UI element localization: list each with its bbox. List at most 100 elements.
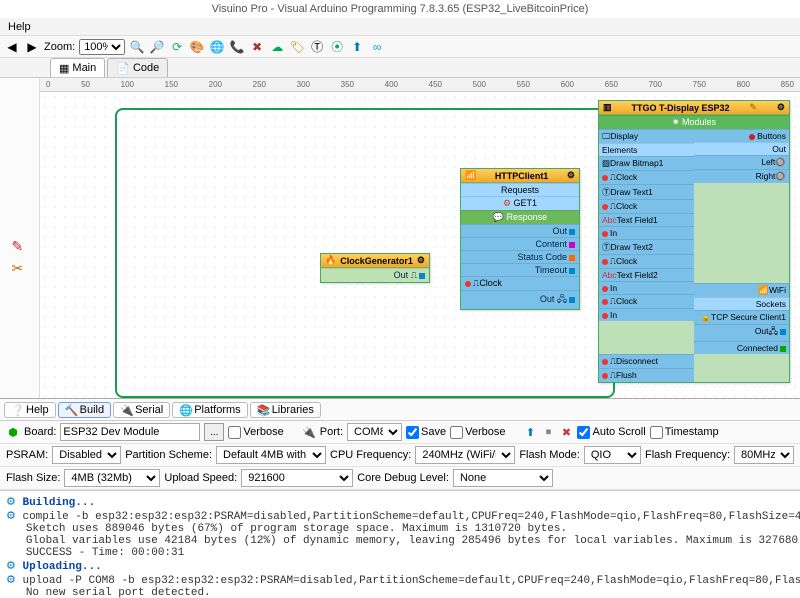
http-clock-in[interactable]: ⎍Clock — [461, 276, 579, 290]
ttgo-wifi[interactable]: 📶WiFi — [694, 283, 789, 297]
ttgo-in1[interactable]: In — [599, 226, 694, 239]
menu-help[interactable]: Help — [4, 21, 35, 33]
http-icon: 📶 — [465, 170, 476, 181]
ttgo-drawtext1[interactable]: ⓉDraw Text1 — [599, 184, 694, 199]
zoom-out-icon[interactable]: 🔎 — [149, 39, 165, 55]
tab-main-icon: ▦ — [59, 62, 69, 75]
upload-icon[interactable]: ⬆ — [349, 39, 365, 55]
verbose2-check[interactable]: Verbose — [450, 426, 505, 439]
ttgo-modules: ✷ Modules — [599, 115, 789, 129]
save-check[interactable]: Save — [406, 426, 446, 439]
node-clockgenerator[interactable]: 🔥ClockGenerator1⚙ Out ⎍ — [320, 253, 430, 283]
ttgo-tcp-out[interactable]: Out🖧 — [694, 324, 789, 341]
tool-cut-icon[interactable]: ✂ — [12, 260, 28, 276]
partition-select[interactable]: Default 4MB with spiff: — [216, 446, 326, 464]
ttgo-left-btn[interactable]: Left🔘 — [694, 155, 789, 169]
ttgo-in3[interactable]: In — [599, 308, 694, 321]
pencil-icon[interactable]: ✎ — [749, 102, 757, 113]
http-get[interactable]: ⚙ GET1 — [461, 196, 579, 210]
uploadspeed-select[interactable]: 921600 — [241, 469, 353, 487]
btab-build[interactable]: 🔨Build — [58, 402, 111, 418]
tool-pencil-icon[interactable]: ✎ — [12, 238, 28, 254]
http-timeout[interactable]: Timeout — [461, 263, 579, 276]
verbose1-check[interactable]: Verbose — [228, 426, 283, 439]
btab-serial[interactable]: 🔌Serial — [113, 402, 170, 418]
ttgo-textfield1[interactable]: AbcText Field1 — [599, 213, 694, 226]
http-out[interactable]: Out — [461, 224, 579, 237]
node-httpclient[interactable]: 📶HTTPClient1⚙ Requests ⚙ GET1 💬 Response… — [460, 168, 580, 310]
http-out2[interactable]: Out 🖧 — [461, 290, 579, 309]
cloud-icon[interactable]: ☁ — [269, 39, 285, 55]
node-ttgo-esp32[interactable]: ▥TTGO T-Display ESP32✎⚙ ✷ Modules 🖵Displ… — [598, 100, 790, 383]
cpufreq-select[interactable]: 240MHz (WiFi/BT) — [415, 446, 515, 464]
ttgo-connected[interactable]: Connected — [694, 341, 789, 354]
ttgo-in2[interactable]: In — [599, 281, 694, 294]
ttgo-clock2[interactable]: ⎍Clock — [599, 199, 694, 213]
button-icon: 🔘 — [775, 171, 786, 181]
gear-icon[interactable]: ⚙ — [777, 102, 785, 113]
ttgo-clock4[interactable]: ⎍Clock — [599, 294, 694, 308]
autoscroll-check[interactable]: Auto Scroll — [577, 426, 645, 439]
display-icon: 🖵 — [602, 131, 610, 141]
http-content[interactable]: Content — [461, 237, 579, 250]
ttgo-drawtext2[interactable]: ⓉDraw Text2 — [599, 239, 694, 254]
ttgo-right-btn[interactable]: Right🔘 — [694, 169, 789, 183]
books-icon: 📚 — [257, 404, 269, 416]
text-icon[interactable]: Ⓣ — [309, 39, 325, 55]
board-browse-button[interactable]: ... — [204, 423, 224, 441]
design-canvas[interactable]: 0501001502002503003504004505005506006507… — [40, 78, 800, 398]
arduino-icon[interactable]: ∞ — [369, 39, 385, 55]
ttgo-disconnect[interactable]: ⎍Disconnect — [599, 354, 694, 368]
btab-libraries[interactable]: 📚Libraries — [250, 402, 321, 418]
ttgo-clock3[interactable]: ⎍Clock — [599, 254, 694, 268]
btab-platforms[interactable]: 🌐Platforms — [172, 402, 247, 418]
ttgo-textfield2[interactable]: AbcText Field2 — [599, 268, 694, 281]
clear-icon[interactable]: ✖ — [559, 425, 573, 439]
gear-icon: ⚙ — [6, 511, 22, 523]
bitmap-icon: ▧ — [602, 158, 610, 168]
zoom-select[interactable]: 100% — [79, 39, 125, 55]
port-select[interactable]: COM8 (L — [347, 423, 402, 441]
nav-fwd-icon[interactable]: ▶ — [24, 39, 40, 55]
flashfreq-select[interactable]: 80MHz — [734, 446, 794, 464]
gear-icon: ⚙ — [6, 575, 22, 587]
flashmode-select[interactable]: QIO — [584, 446, 641, 464]
upload-icon[interactable]: ⬆ — [523, 425, 537, 439]
board-input[interactable] — [60, 423, 200, 441]
palette-icon[interactable]: 🎨 — [189, 39, 205, 55]
console-line: Global variables use 42184 bytes (12%) o… — [26, 535, 800, 547]
timestamp-check[interactable]: Timestamp — [650, 426, 719, 439]
http-status[interactable]: Status Code — [461, 250, 579, 263]
ttgo-flush[interactable]: ⎍Flush — [599, 368, 694, 382]
ttgo-drawbitmap[interactable]: ▧Draw Bitmap1 — [599, 156, 694, 170]
stop-icon[interactable]: ⏹ — [541, 425, 555, 439]
build-console: ⚙ Building... ⚙ compile -b esp32:esp32:e… — [0, 490, 800, 598]
clock-out-port[interactable]: Out ⎍ — [321, 268, 429, 282]
psram-label: PSRAM: — [6, 449, 48, 461]
ttgo-display[interactable]: 🖵Display — [599, 129, 694, 143]
ttgo-clock1[interactable]: ⎍Clock — [599, 170, 694, 184]
psram-select[interactable]: Disabled — [52, 446, 121, 464]
build-row-3: Flash Size: 4MB (32Mb) Upload Speed: 921… — [0, 467, 800, 490]
nav-back-icon[interactable]: ◀ — [4, 39, 20, 55]
phone-icon[interactable]: 📞 — [229, 39, 245, 55]
port-label: Port: — [320, 426, 343, 438]
zoom-in-icon[interactable]: 🔍 — [129, 39, 145, 55]
globe-icon[interactable]: 🌐 — [209, 39, 225, 55]
ttgo-tcp[interactable]: 🔒TCP Secure Client1 — [694, 310, 789, 324]
cancel-icon[interactable]: ✖ — [249, 39, 265, 55]
chip-icon[interactable]: ⦿ — [329, 39, 345, 55]
window-title: Visuino Pro - Visual Arduino Programming… — [0, 0, 800, 18]
refresh-icon[interactable]: ⟳ — [169, 39, 185, 55]
ttgo-buttons[interactable]: Buttons — [694, 129, 789, 142]
tab-main[interactable]: ▦Main — [50, 58, 105, 77]
text-icon: Ⓣ — [602, 187, 611, 197]
gear-icon[interactable]: ⚙ — [567, 170, 575, 181]
debuglevel-select[interactable]: None — [453, 469, 553, 487]
zoom-label: Zoom: — [44, 41, 75, 53]
btab-help[interactable]: ❔Help — [4, 402, 56, 418]
tag-icon[interactable]: 🏷 — [289, 39, 305, 55]
gear-icon[interactable]: ⚙ — [417, 255, 425, 266]
tab-code[interactable]: 📄Code — [107, 58, 168, 77]
flashsize-select[interactable]: 4MB (32Mb) — [64, 469, 160, 487]
